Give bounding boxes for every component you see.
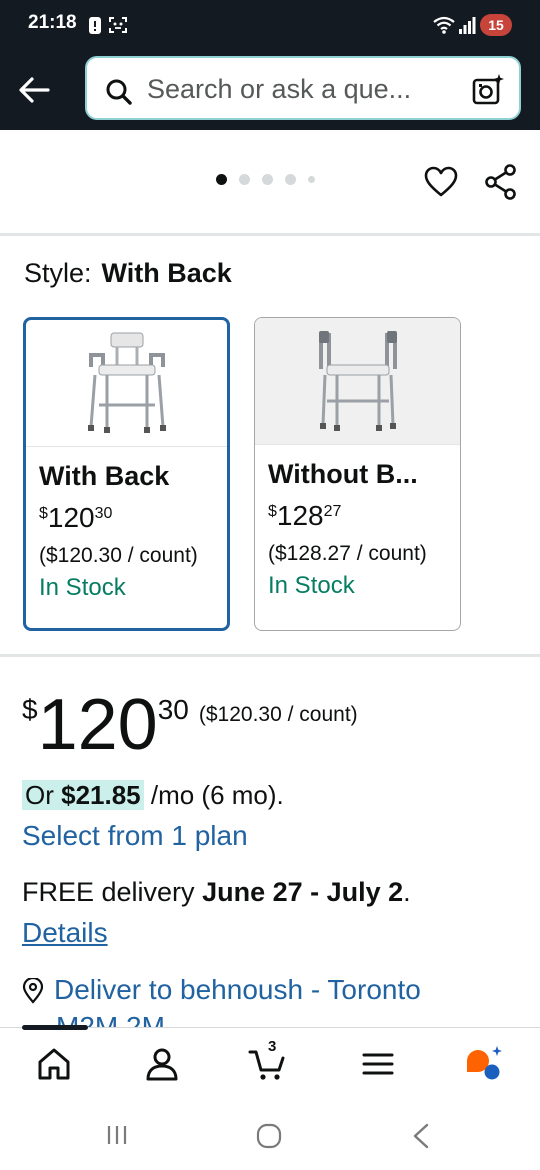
price-symbol: $ bbox=[39, 505, 48, 522]
product-thumbnail bbox=[255, 318, 460, 444]
option-name: Without B... bbox=[268, 459, 418, 489]
deliver-to-link[interactable]: Deliver to behnoush - Toronto bbox=[22, 974, 421, 1006]
price-symbol: $ bbox=[268, 503, 277, 520]
price-symbol: $ bbox=[22, 694, 38, 725]
chair-without-back-image bbox=[318, 331, 397, 431]
nav-active-indicator bbox=[22, 1025, 88, 1030]
style-option-with-back[interactable]: With Back $12030 ($120.30 / count) In St… bbox=[23, 317, 230, 631]
gallery-dot bbox=[285, 174, 296, 185]
price-fraction: 27 bbox=[323, 503, 342, 520]
price-fraction: 30 bbox=[94, 505, 113, 522]
wifi-status-icon bbox=[433, 16, 455, 34]
bottom-navigation: 3 bbox=[0, 1025, 540, 1102]
signal-status-icon bbox=[459, 17, 476, 34]
delivery-details-link[interactable]: Details bbox=[22, 917, 108, 949]
price-whole: 128 bbox=[276, 500, 324, 531]
style-selected-value: With Back bbox=[101, 258, 232, 288]
gallery-dot bbox=[239, 174, 250, 185]
style-label: Style: bbox=[24, 258, 92, 288]
back-arrow-icon[interactable] bbox=[14, 70, 54, 110]
option-availability: In Stock bbox=[268, 572, 355, 599]
price-fraction: 30 bbox=[157, 694, 189, 725]
style-option-without-back[interactable]: Without B... $12827 ($128.27 / count) In… bbox=[254, 317, 461, 631]
screenshot-status-icon bbox=[109, 17, 127, 33]
rufus-assistant-icon[interactable] bbox=[464, 1044, 504, 1084]
delivery-prefix: FREE delivery bbox=[22, 877, 203, 907]
option-unit-price: ($128.27 / count) bbox=[268, 542, 427, 565]
status-time: 21:18 bbox=[28, 12, 77, 33]
header bbox=[0, 52, 540, 130]
battery-badge: 15 bbox=[480, 14, 512, 36]
search-input[interactable] bbox=[147, 71, 457, 107]
menu-icon[interactable] bbox=[358, 1044, 398, 1084]
gallery-dots bbox=[216, 174, 315, 185]
account-icon[interactable] bbox=[142, 1044, 182, 1084]
home-icon[interactable] bbox=[34, 1044, 74, 1084]
search-icon bbox=[106, 79, 132, 105]
camera-search-icon[interactable] bbox=[471, 73, 505, 107]
search-box[interactable] bbox=[85, 56, 521, 120]
gallery-dot bbox=[308, 176, 315, 183]
lock-status-icon bbox=[89, 17, 101, 34]
share-icon[interactable] bbox=[484, 164, 518, 200]
price-whole: 120 bbox=[37, 685, 158, 765]
monthly-amount: $21.85 bbox=[61, 780, 141, 810]
monthly-payment: Or $21.85 /mo (6 mo). bbox=[22, 780, 284, 811]
heart-icon[interactable] bbox=[424, 166, 458, 198]
delivery-info: FREE delivery June 27 - July 2. bbox=[22, 877, 411, 908]
delivery-dates: June 27 - July 2 bbox=[202, 877, 404, 907]
price-whole: 120 bbox=[47, 502, 95, 533]
option-price: $12827 bbox=[268, 500, 460, 532]
price-unit: ($120.30 / count) bbox=[198, 703, 358, 726]
option-name: With Back bbox=[39, 461, 170, 491]
image-gallery[interactable] bbox=[0, 130, 540, 234]
system-navigation-bar bbox=[0, 1102, 540, 1170]
select-plan-link[interactable]: Select from 1 plan bbox=[22, 820, 248, 852]
product-thumbnail bbox=[26, 320, 227, 446]
section-divider bbox=[0, 654, 540, 657]
chair-with-back-image bbox=[87, 332, 166, 433]
recent-apps-icon[interactable] bbox=[104, 1122, 130, 1148]
option-availability: In Stock bbox=[39, 574, 126, 601]
location-pin-icon bbox=[22, 978, 44, 1004]
monthly-suffix: /mo (6 mo). bbox=[143, 780, 284, 810]
main-price: $12030 ($120.30 / count) bbox=[22, 684, 358, 766]
gallery-dot bbox=[216, 174, 227, 185]
monthly-highlight: Or $21.85 bbox=[22, 780, 144, 810]
style-heading: Style: With Back bbox=[24, 258, 232, 289]
cart-icon[interactable] bbox=[248, 1044, 288, 1084]
deliver-to-text: Deliver to behnoush - Toronto bbox=[54, 974, 421, 1005]
home-button-icon[interactable] bbox=[255, 1122, 283, 1150]
system-back-icon[interactable] bbox=[408, 1122, 434, 1150]
section-divider bbox=[0, 233, 540, 236]
delivery-suffix: . bbox=[403, 877, 411, 907]
monthly-prefix: Or bbox=[25, 780, 62, 810]
gallery-dot bbox=[262, 174, 273, 185]
option-price: $12030 bbox=[39, 502, 227, 534]
status-bar: 21:18 15 bbox=[0, 0, 540, 52]
option-unit-price: ($120.30 / count) bbox=[39, 544, 198, 567]
